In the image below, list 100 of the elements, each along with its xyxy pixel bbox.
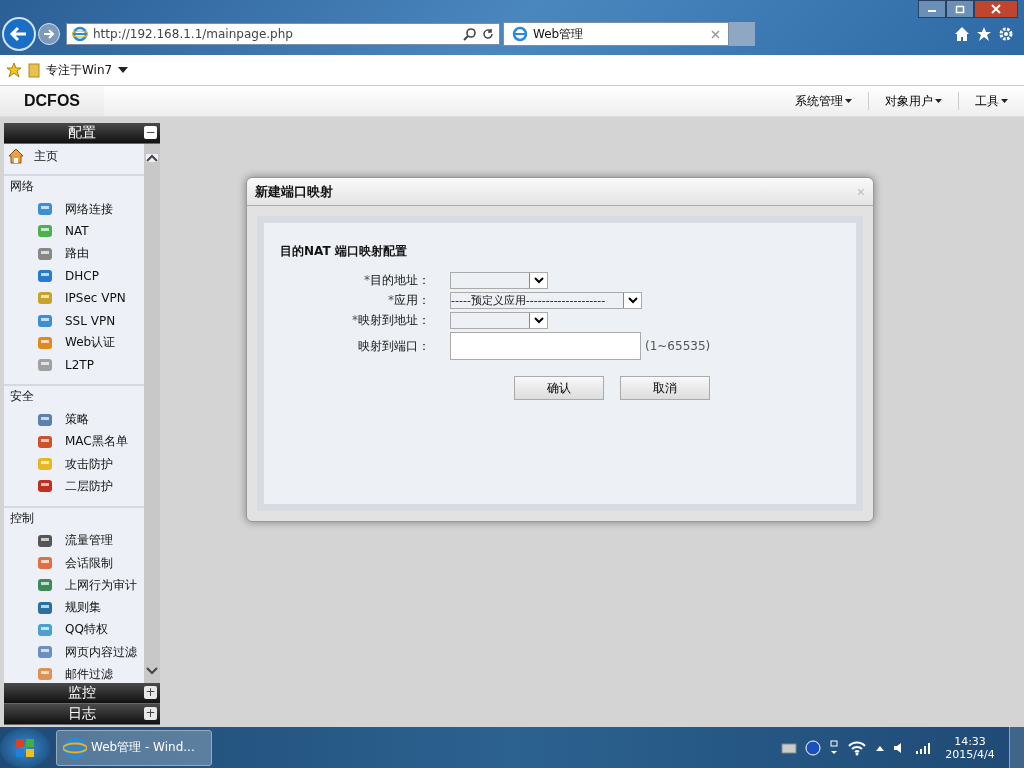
address-text: http://192.168.1.1/mainpage.php [93,27,293,41]
field-label: *映射到地址： [351,312,430,329]
field-label: *目的地址： [363,272,430,289]
section-title: 网络 [9,178,35,195]
star-icon[interactable] [976,26,992,42]
signal-icon[interactable] [915,741,931,754]
menu-item[interactable]: 系统管理 [779,92,868,110]
close-button[interactable] [974,0,1018,18]
folder-icon [28,62,40,78]
taskbar-window-button[interactable]: Web管理 - Wind... [56,729,212,766]
menu-item-icon [37,312,53,329]
form-heading: 目的NAT 端口映射配置 [280,243,408,260]
menu-item-icon [37,577,53,594]
dropdown[interactable] [450,312,548,329]
menu-item-icon [37,411,53,428]
wifi-icon[interactable] [847,739,867,756]
close-icon [991,4,1001,14]
browser-tab[interactable]: Web管理 [503,22,729,46]
favorites-folder[interactable]: 专注于Win7 [46,61,113,79]
panel-title: 日志 [68,705,96,723]
dialog-title: 新建端口映射 [255,182,333,201]
nav-link[interactable]: NAT [65,224,89,239]
menu-item-icon [37,290,53,307]
nav-link[interactable]: 流量管理 [65,532,113,550]
menu-item-icon [37,433,53,450]
menu-item-icon [37,357,53,374]
scroll-down-icon[interactable] [146,667,158,675]
close-icon[interactable] [711,29,720,39]
nav-link[interactable]: SSL VPN [65,313,116,328]
menu-item-icon [37,599,53,616]
menu-item-icon [37,478,53,495]
caret-icon [935,99,942,103]
home-link[interactable]: 主页 [34,148,58,165]
nav-link[interactable]: L2TP [65,358,94,373]
chevron-down-icon [627,297,638,304]
restore-icon [955,4,965,14]
refresh-icon[interactable] [482,28,494,40]
clock-time[interactable]: 14:33 [954,734,986,748]
favorites-star-icon[interactable] [6,62,22,78]
port-input[interactable] [450,332,641,360]
dialog-button[interactable]: 确认 [514,376,604,400]
dropdown[interactable] [450,272,548,289]
restore-button[interactable] [946,0,974,18]
dropdown[interactable]: -----预定义应用-------------------- [450,292,642,309]
start-button[interactable] [0,727,50,768]
nav-link[interactable]: MAC黑名单 [65,433,128,451]
nav-link[interactable]: 路由 [65,245,89,263]
panel-header[interactable]: 日志 + [4,704,160,725]
section-title: 控制 [9,509,35,527]
expand-toggle[interactable]: + [144,686,157,699]
nav-link[interactable]: QQ特权 [65,621,108,639]
nav-link[interactable]: 网页内容过滤 [65,643,137,661]
menu-item-icon [37,666,53,683]
scroll-up-icon[interactable] [146,154,158,162]
nav-link[interactable]: 上网行为审计 [65,576,137,594]
app-logo: DCFOS [0,86,104,116]
nav-link[interactable]: 策略 [65,411,89,428]
section-title: 安全 [9,388,35,406]
menu-item[interactable]: 对象用户 [869,92,958,110]
taskbar-window-title: Web管理 - Wind... [91,739,195,756]
field-label: *应用： [387,292,430,309]
ie-logo-icon [63,735,87,760]
minimize-button[interactable] [918,0,946,18]
nav-link[interactable]: 二层防护 [65,477,113,495]
nav-link[interactable]: 攻击防护 [65,455,113,473]
nav-link[interactable]: 网络连接 [65,200,113,218]
scrollbar[interactable] [144,144,160,683]
nav-link[interactable]: 规则集 [65,599,101,617]
home-icon[interactable] [954,26,970,42]
settings-icon[interactable] [998,26,1014,42]
menu-item-icon [37,532,53,549]
search-icon[interactable] [463,27,477,41]
collapse-toggle[interactable]: − [144,126,157,139]
panel-header[interactable]: 监控 + [4,683,160,704]
dialog-button[interactable]: 取消 [620,376,710,400]
caret-icon [845,99,852,103]
dropdown-arrow-icon[interactable] [118,66,129,74]
clock-date[interactable]: 2015/4/4 [945,747,995,761]
ie-logo-icon [512,26,528,42]
menu-item-icon [37,245,53,262]
panel-title: 配置 [68,124,96,142]
chevron-down-icon [533,317,544,324]
menu-item-icon [37,644,53,661]
ie-logo-icon [72,26,88,42]
nav-link[interactable]: DHCP [65,269,99,284]
panel-header[interactable]: 配置 − [4,123,160,144]
tab-title: Web管理 [533,25,584,43]
nav-link[interactable]: Web认证 [65,334,116,352]
menu-item[interactable]: 工具 [959,92,1024,110]
nav-link[interactable]: IPSec VPN [65,291,126,306]
address-bar[interactable]: http://192.168.1.1/mainpage.php [66,23,500,45]
expand-toggle[interactable]: + [144,707,157,720]
caret-icon [1001,99,1008,103]
forward-button[interactable] [38,23,60,45]
back-button[interactable] [2,17,36,51]
windows-logo-icon [14,736,36,759]
menu-item-icon [37,268,53,285]
nav-link[interactable]: 邮件过滤 [65,666,113,683]
show-desktop-button[interactable] [1009,727,1024,768]
nav-link[interactable]: 会话限制 [65,554,113,572]
